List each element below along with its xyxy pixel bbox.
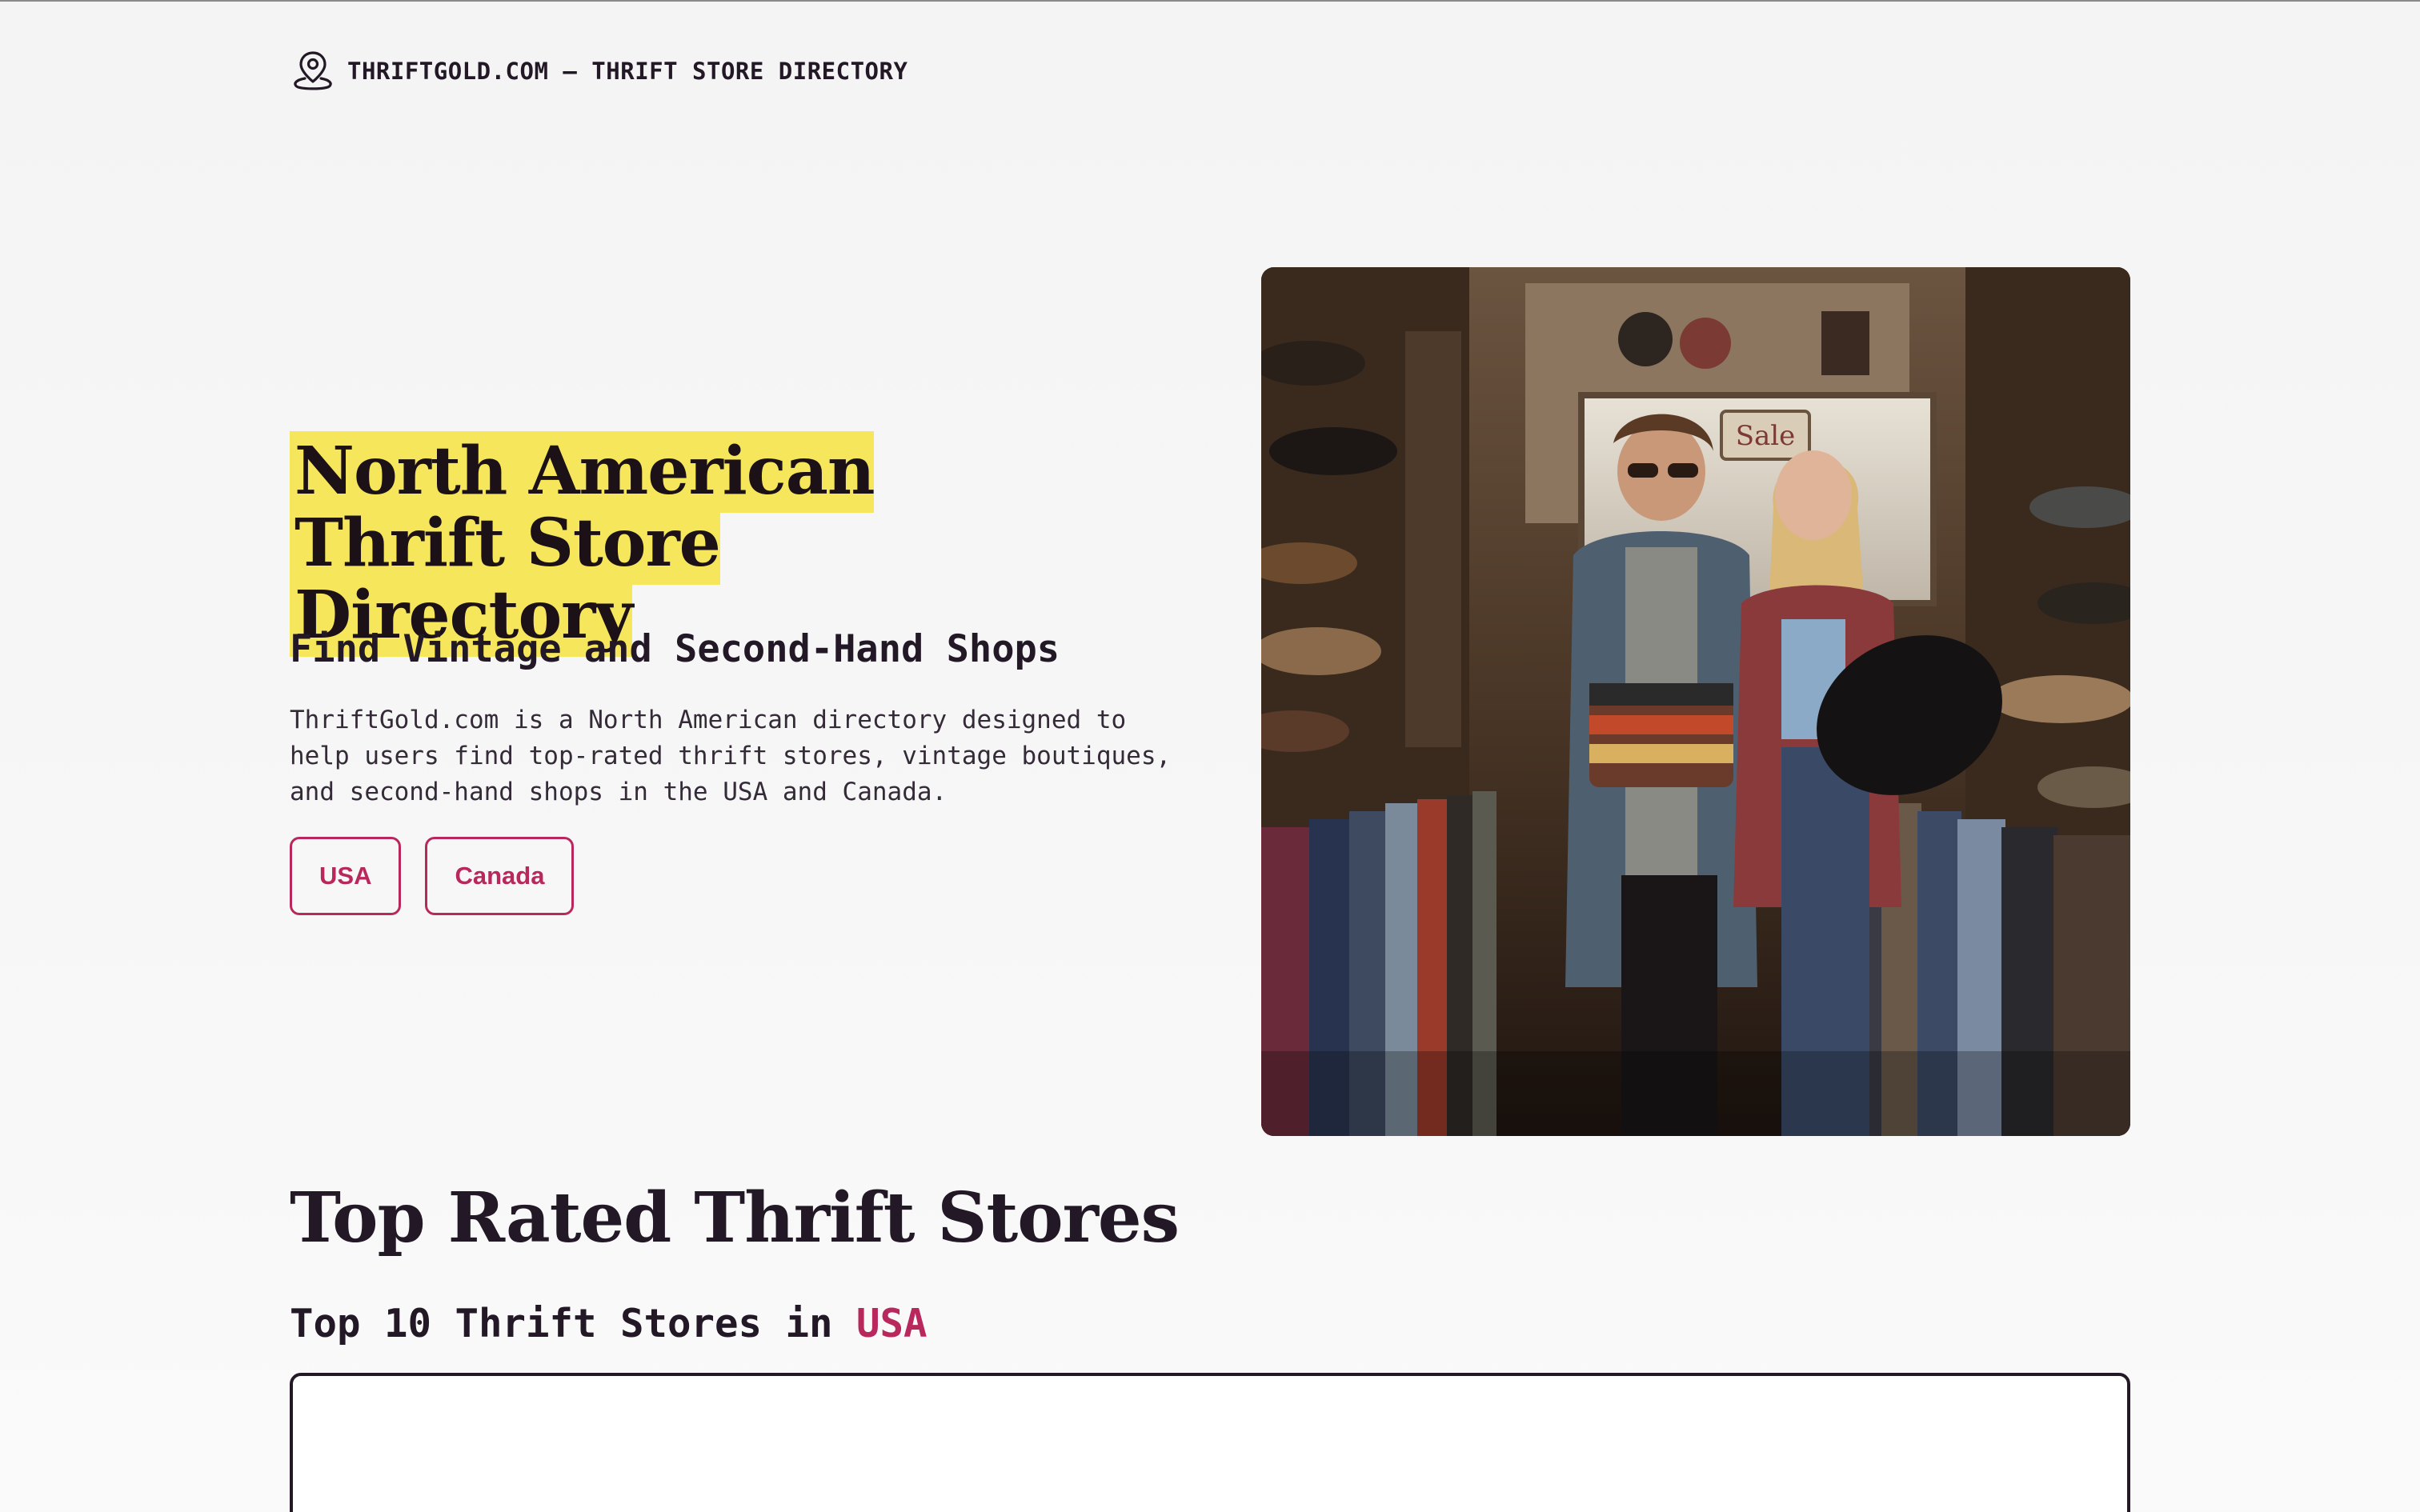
site-brand-link[interactable]: THRIFTGOLD.COM — THRIFT STORE DIRECTORY xyxy=(347,58,908,85)
thrift-store-illustration: Sale xyxy=(1261,267,2130,1136)
top-10-heading-country: USA xyxy=(856,1301,928,1346)
top-rated-title: Top Rated Thrift Stores xyxy=(290,1178,1180,1258)
usa-button[interactable]: USA xyxy=(290,837,402,915)
country-buttons: USA Canada xyxy=(290,837,575,915)
top-10-heading: Top 10 Thrift Stores in USA xyxy=(290,1301,928,1346)
map-pin-icon xyxy=(294,51,332,90)
top-stores-list xyxy=(290,1373,2130,1512)
site-header: THRIFTGOLD.COM — THRIFT STORE DIRECTORY xyxy=(290,48,908,94)
hero-title: North American Thrift Store Directory xyxy=(290,431,1074,657)
hero-subtitle: Find Vintage and Second-Hand Shops xyxy=(290,627,1060,671)
canada-button[interactable]: Canada xyxy=(425,837,575,915)
hero-description: ThriftGold.com is a North American direc… xyxy=(290,706,1172,806)
top-border xyxy=(0,0,2420,2)
store-sign-text: Sale xyxy=(1736,420,1796,452)
hero-title-text: North American Thrift Store Directory xyxy=(290,431,875,657)
top-10-heading-prefix: Top 10 Thrift Stores in xyxy=(290,1301,857,1346)
hero-image-thrift-store: Sale xyxy=(1261,267,2130,1136)
